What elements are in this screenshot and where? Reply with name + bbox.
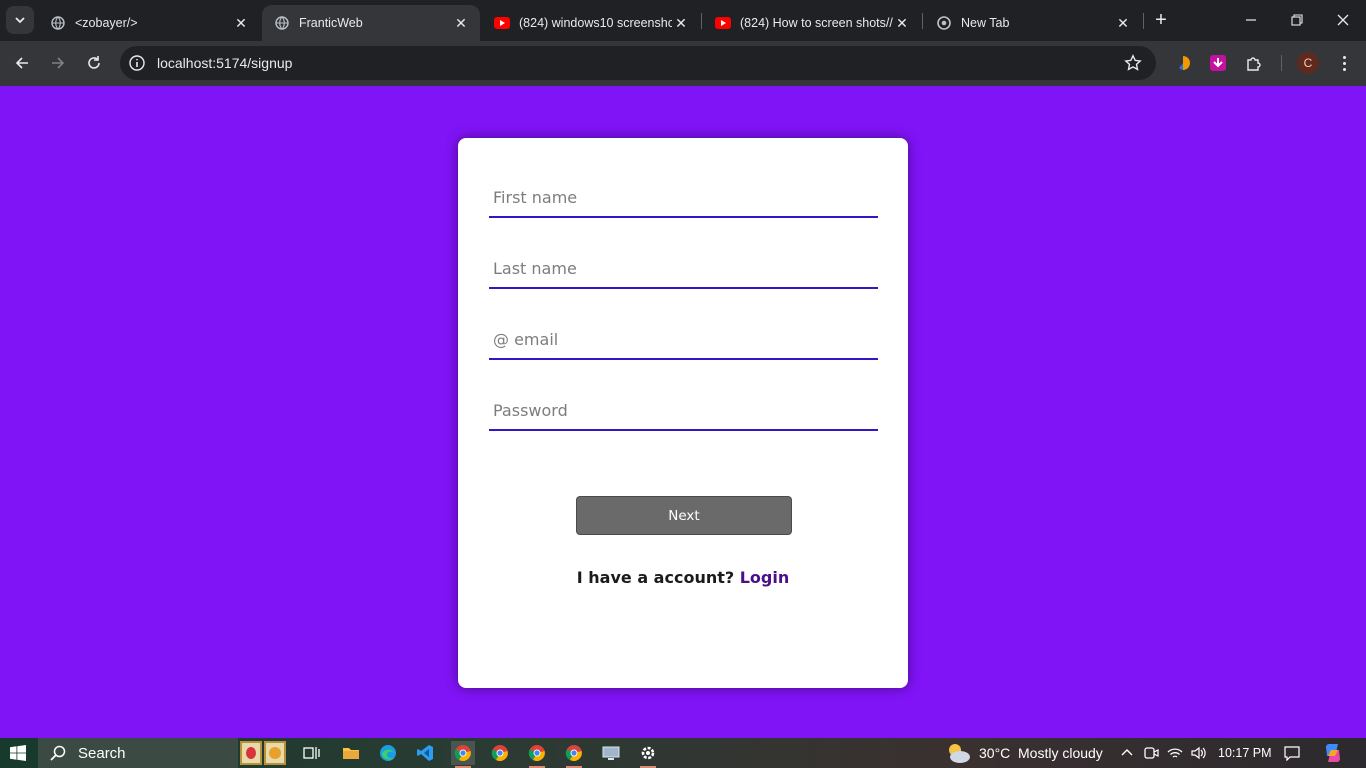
browser-toolbar: localhost:5174/signup C: [0, 41, 1366, 86]
volume-icon[interactable]: [1190, 745, 1206, 761]
new-tab-button[interactable]: +: [1150, 9, 1172, 31]
weather-description[interactable]: Mostly cloudy: [1018, 738, 1103, 768]
email-input[interactable]: [489, 320, 878, 358]
chrome-taskbar-icon[interactable]: [488, 741, 512, 765]
search-highlight-icon: [240, 741, 288, 765]
browser-tab-strip: <zobayer/> ✕ FranticWeb ✕ (824) windows1…: [0, 0, 1366, 41]
close-tab-icon[interactable]: ✕: [672, 14, 690, 32]
globe-icon: [50, 15, 66, 31]
bookmark-star-icon[interactable]: [1124, 54, 1142, 72]
close-tab-icon[interactable]: ✕: [452, 14, 470, 32]
windows-taskbar: Search 30°C Mostly cloudy 10:17 PM: [0, 738, 1366, 768]
minimize-button[interactable]: [1228, 0, 1274, 40]
tab-separator: [922, 13, 923, 29]
tab-title: <zobayer/>: [75, 16, 138, 30]
close-window-button[interactable]: [1320, 0, 1366, 40]
next-button[interactable]: Next: [576, 496, 792, 535]
tab-youtube-windows10[interactable]: (824) windows10 screenshot ✕: [482, 5, 700, 41]
wifi-icon[interactable]: [1167, 745, 1183, 761]
url-text[interactable]: localhost:5174/signup: [157, 46, 292, 80]
password-field: [489, 391, 878, 431]
close-icon: [1337, 14, 1349, 26]
tab-youtube-screenshots[interactable]: (824) How to screen shots// ✕: [703, 5, 921, 41]
youtube-icon: [494, 15, 510, 31]
profile-avatar[interactable]: C: [1297, 52, 1319, 74]
tab-title: FranticWeb: [299, 16, 363, 30]
download-extension-icon[interactable]: [1208, 53, 1228, 73]
tab-title: (824) windows10 screenshot: [519, 16, 672, 30]
site-info-icon[interactable]: [128, 54, 146, 72]
login-link[interactable]: Login: [740, 568, 790, 587]
tab-search-button[interactable]: [6, 6, 34, 34]
email-field: [489, 320, 878, 360]
reload-button[interactable]: [80, 49, 108, 77]
copilot-icon[interactable]: [1322, 742, 1344, 764]
search-icon: [50, 745, 66, 761]
login-prompt: I have a account? Login: [458, 568, 908, 587]
chrome-taskbar-icon[interactable]: [525, 741, 549, 768]
tab-zobayer[interactable]: <zobayer/> ✕: [38, 5, 260, 41]
browser-menu-button[interactable]: [1334, 52, 1354, 74]
file-explorer-icon[interactable]: [339, 741, 363, 765]
chrome-icon: [936, 15, 952, 31]
arrow-left-icon: [15, 57, 28, 69]
address-bar[interactable]: localhost:5174/signup: [120, 46, 1156, 80]
globe-icon: [274, 15, 290, 31]
extensions-puzzle-icon[interactable]: [1244, 53, 1264, 73]
signup-card: Next I have a account? Login: [458, 138, 908, 688]
first-name-input[interactable]: [489, 178, 878, 216]
extension-orange-icon[interactable]: [1173, 53, 1193, 73]
meet-now-icon[interactable]: [1143, 745, 1159, 761]
tab-title: (824) How to screen shots//: [740, 16, 893, 30]
close-tab-icon[interactable]: ✕: [1114, 14, 1132, 32]
vscode-icon[interactable]: [413, 741, 437, 765]
back-button[interactable]: [8, 49, 36, 77]
notification-icon[interactable]: [1284, 745, 1300, 761]
chrome-taskbar-icon[interactable]: [562, 741, 586, 768]
restore-icon: [1291, 14, 1303, 26]
tab-separator: [701, 13, 702, 29]
settings-gear-icon[interactable]: [636, 741, 660, 768]
account-prompt-text: I have a account?: [576, 568, 735, 587]
first-name-field: [489, 178, 878, 218]
tab-new-tab[interactable]: New Tab ✕: [924, 5, 1142, 41]
windows-start-icon[interactable]: [10, 745, 26, 761]
weather-cloud-icon[interactable]: [944, 741, 972, 765]
tab-franticweb[interactable]: FranticWeb ✕: [262, 5, 480, 41]
password-input[interactable]: [489, 391, 878, 429]
task-view-icon[interactable]: [300, 741, 324, 765]
forward-button[interactable]: [44, 49, 72, 77]
chevron-up-icon[interactable]: [1119, 745, 1135, 761]
chrome-taskbar-icon-active[interactable]: [451, 741, 475, 768]
toolbar-separator: [1281, 55, 1282, 71]
reload-icon: [88, 56, 100, 69]
chevron-down-icon: [15, 17, 25, 24]
remote-desktop-icon[interactable]: [599, 741, 623, 765]
close-tab-icon[interactable]: ✕: [232, 14, 250, 32]
taskbar-search-box[interactable]: Search: [38, 738, 286, 768]
minimize-icon: [1246, 19, 1256, 21]
youtube-icon: [715, 15, 731, 31]
last-name-input[interactable]: [489, 249, 878, 287]
search-label: Search: [78, 744, 126, 762]
close-tab-icon[interactable]: ✕: [893, 14, 911, 32]
restore-button[interactable]: [1274, 0, 1320, 40]
tab-separator: [1143, 13, 1144, 29]
arrow-right-icon: [52, 57, 65, 69]
edge-browser-icon[interactable]: [376, 741, 400, 765]
tab-title: New Tab: [961, 16, 1010, 30]
last-name-field: [489, 249, 878, 289]
clock-time[interactable]: 10:17 PM: [1218, 738, 1272, 768]
weather-temperature[interactable]: 30°C: [979, 738, 1010, 768]
